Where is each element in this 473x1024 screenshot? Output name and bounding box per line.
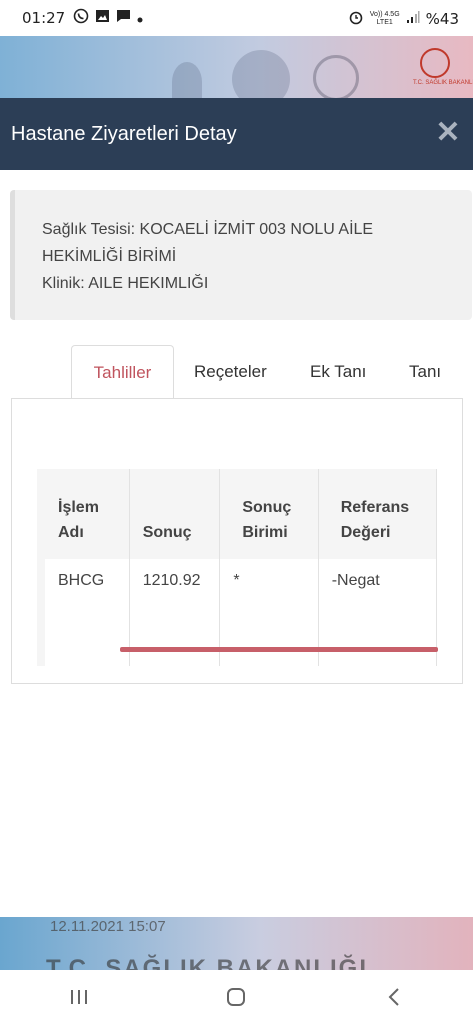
header-sonuc: Sonuç <box>129 469 221 559</box>
horizontal-scrollbar[interactable] <box>120 647 438 652</box>
network-top: Vo)) 4.5G <box>369 10 400 18</box>
android-nav-bar <box>0 970 473 1024</box>
person-silhouette-icon <box>232 50 290 100</box>
header-text: Sonuç <box>242 499 292 516</box>
cell-islem-adi: BHCG <box>36 559 130 666</box>
header-text: İşlem <box>58 499 99 516</box>
facility-line-2: HEKİMLİĞİ BİRİMİ <box>42 248 177 265</box>
ministry-footer-text: T.C. SAĞLIK BAKANLIĞI <box>46 955 368 970</box>
header-text: Referans <box>340 499 410 516</box>
whatsapp-icon <box>73 8 89 28</box>
header-text: Adı <box>58 524 84 541</box>
alarm-icon <box>348 9 364 28</box>
results-table: İşlem Adı Sonuç Sonuç Birimi Referans De… <box>36 469 438 666</box>
building-silhouette-icon <box>172 62 202 100</box>
message-icon <box>116 9 131 27</box>
header-referans-degeri: Referans Değeri <box>318 469 438 559</box>
background-card-peek: 12.11.2021 15:07 T.C. SAĞLIK BAKANLIĞI <box>0 917 473 970</box>
header-text: Birimi <box>242 524 288 541</box>
table-header-row: İşlem Adı Sonuç Sonuç Birimi Referans De… <box>36 469 438 559</box>
close-button[interactable]: ✕ <box>433 118 463 148</box>
header-islem-adi: İşlem Adı <box>36 469 130 559</box>
tab-bar: Tahliller Reçeteler Ek Tanı Tanı <box>11 345 473 398</box>
battery-level: %43 <box>425 9 459 28</box>
tab-tani[interactable]: Tanı <box>409 345 441 398</box>
tab-tahliller[interactable]: Tahliller <box>71 345 174 398</box>
header-sonuc-birimi: Sonuç Birimi <box>219 469 319 559</box>
tab-receteler[interactable]: Reçeteler <box>194 345 267 398</box>
globe-icon <box>313 55 359 100</box>
results-table-wrapper[interactable]: İşlem Adı Sonuç Sonuç Birimi Referans De… <box>36 469 438 666</box>
facility-info-box: Sağlık Tesisi: KOCAELİ İZMİT 003 NOLU Aİ… <box>10 190 472 320</box>
tab-ek-tani[interactable]: Ek Tanı <box>310 345 366 398</box>
modal-title: Hastane Ziyaretleri Detay <box>11 122 237 145</box>
logo-text: T.C. SAĞLIK BAKANLIĞI <box>413 80 473 86</box>
ministry-logo: T.C. SAĞLIK BAKANLIĞI <box>413 48 473 88</box>
signal-icon <box>406 10 420 27</box>
network-bottom: LTE1 <box>376 18 393 26</box>
clock: 01:27 <box>22 9 66 27</box>
header-text: Değeri <box>340 524 391 541</box>
facility-line-1: Sağlık Tesisi: KOCAELİ İZMİT 003 NOLU Aİ… <box>42 221 374 238</box>
header-text: Sonuç <box>142 524 192 541</box>
clinic-label: Klinik: AILE HEKIMLIĞI <box>42 275 209 292</box>
back-icon[interactable] <box>364 977 424 1017</box>
home-icon[interactable] <box>206 977 266 1017</box>
modal-header: Hastane Ziyaretleri Detay ✕ <box>0 98 473 170</box>
network-indicator: Vo)) 4.5G LTE1 <box>370 11 400 27</box>
image-icon <box>95 9 110 27</box>
dot-icon <box>137 10 143 27</box>
header-banner: T.C. SAĞLIK BAKANLIĞI <box>0 36 473 100</box>
visit-date: 12.11.2021 15:07 <box>50 918 166 935</box>
status-bar: 01:27 Vo)) 4.5G LTE1 %43 <box>0 0 473 36</box>
recent-apps-icon[interactable] <box>49 977 109 1017</box>
